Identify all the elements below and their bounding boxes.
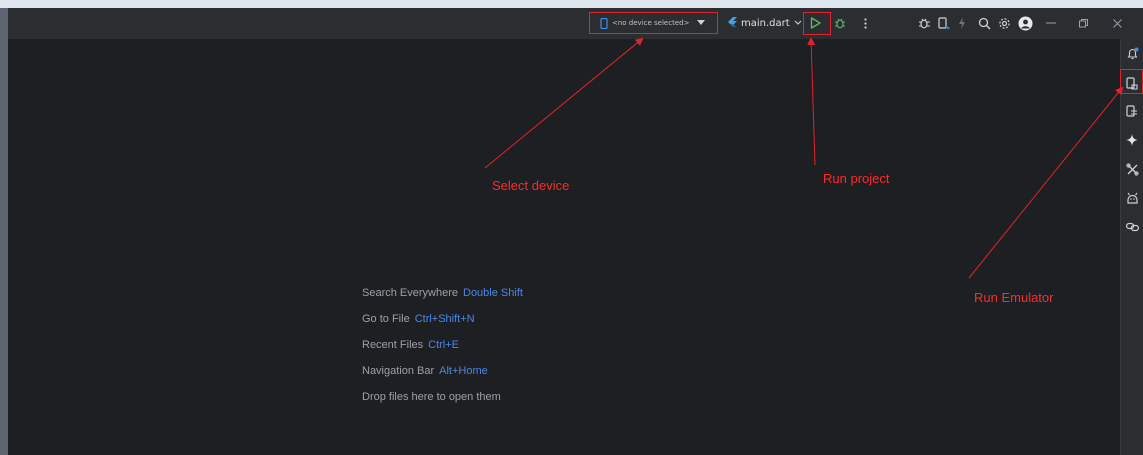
- run-emulator-arrow: [968, 86, 1124, 279]
- run-emulator-annotation: Run Emulator: [974, 290, 1054, 305]
- select-device-annotation: Select device: [492, 178, 570, 193]
- run-project-arrow: [807, 37, 816, 166]
- select-device-arrow: [484, 37, 644, 169]
- annotation-arrows: [484, 37, 1124, 279]
- run-project-annotation: Run project: [823, 171, 890, 186]
